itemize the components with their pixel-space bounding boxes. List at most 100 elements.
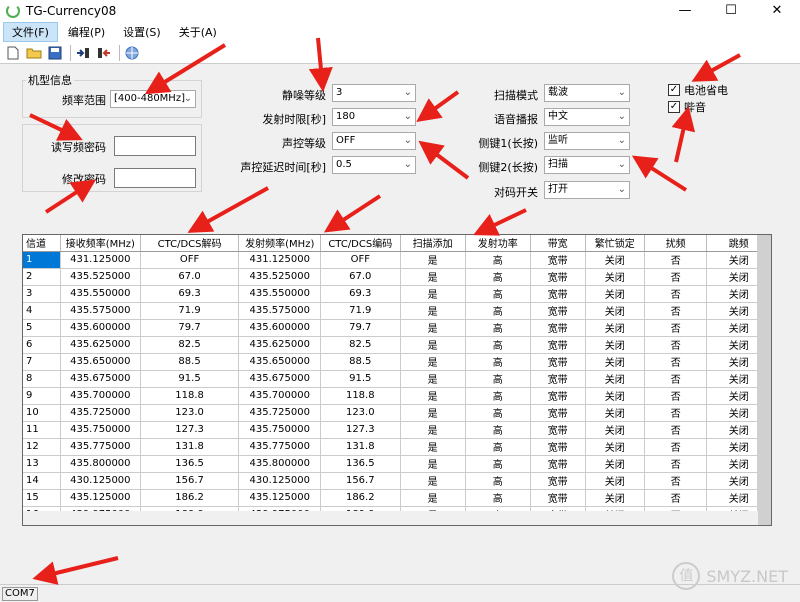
table-cell[interactable]: 高	[465, 438, 531, 456]
table-cell[interactable]: 136.5	[320, 455, 401, 473]
table-cell[interactable]: 是	[400, 404, 466, 422]
table-cell[interactable]: 是	[400, 489, 466, 507]
table-cell[interactable]: 高	[465, 489, 531, 507]
table-cell[interactable]: 是	[400, 285, 466, 303]
table-cell[interactable]: 156.7	[320, 472, 401, 490]
menu-program[interactable]: 编程(P)	[60, 23, 113, 41]
table-cell[interactable]: 否	[644, 336, 708, 354]
menu-about[interactable]: 关于(A)	[171, 23, 225, 41]
table-cell[interactable]: 关闭	[585, 353, 645, 371]
table-cell[interactable]: 是	[400, 251, 466, 269]
column-header[interactable]: CTC/DCS编码	[320, 235, 401, 252]
table-cell[interactable]: 13	[23, 455, 61, 473]
table-cell[interactable]: 宽带	[530, 370, 586, 388]
table-cell[interactable]: 3	[23, 285, 61, 303]
vox-level-select[interactable]: OFF ⌄	[332, 132, 416, 150]
table-cell[interactable]: 否	[644, 387, 708, 405]
table-cell[interactable]: 11	[23, 421, 61, 439]
modify-password-input[interactable]	[114, 168, 196, 188]
table-cell[interactable]: 82.5	[140, 336, 240, 354]
table-cell[interactable]: 关闭	[585, 251, 645, 269]
table-row[interactable]: 6 435.625000 82.5 435.625000 82.5 是高宽带 关闭否关闭	[23, 336, 771, 354]
table-cell[interactable]: 127.3	[140, 421, 240, 439]
table-cell[interactable]: 否	[644, 353, 708, 371]
table-cell[interactable]: 82.5	[320, 336, 401, 354]
voice-prompt-select[interactable]: 中文 ⌄	[544, 108, 630, 126]
table-cell[interactable]: 宽带	[530, 268, 586, 286]
side-key2-select[interactable]: 扫描 ⌄	[544, 156, 630, 174]
table-cell[interactable]: 高	[465, 421, 531, 439]
table-cell[interactable]: 14	[23, 472, 61, 490]
table-cell[interactable]: 否	[644, 319, 708, 337]
table-cell[interactable]: 高	[465, 370, 531, 388]
table-cell[interactable]: 高	[465, 336, 531, 354]
table-cell[interactable]: 123.0	[320, 404, 401, 422]
horizontal-scrollbar[interactable]	[23, 511, 758, 525]
table-cell[interactable]: 是	[400, 319, 466, 337]
column-header[interactable]: 扫描添加	[400, 235, 466, 252]
table-cell[interactable]: 6	[23, 336, 61, 354]
table-cell[interactable]: 宽带	[530, 285, 586, 303]
table-cell[interactable]: 71.9	[140, 302, 240, 320]
table-cell[interactable]: 关闭	[585, 472, 645, 490]
table-cell[interactable]: 宽带	[530, 353, 586, 371]
table-cell[interactable]: 435.725000	[60, 404, 141, 422]
pairing-switch-select[interactable]: 打开 ⌄	[544, 181, 630, 199]
table-cell[interactable]: 是	[400, 438, 466, 456]
table-cell[interactable]: 高	[465, 353, 531, 371]
table-cell[interactable]: 是	[400, 353, 466, 371]
table-cell[interactable]: 关闭	[585, 302, 645, 320]
table-cell[interactable]: 435.575000	[238, 302, 322, 320]
table-cell[interactable]: 435.775000	[60, 438, 141, 456]
table-row[interactable]: 1 431.125000 OFF 431.125000 OFF 是高宽带 关闭否关闭	[23, 251, 771, 269]
table-cell[interactable]: 435.600000	[238, 319, 322, 337]
table-cell[interactable]: 435.700000	[238, 387, 322, 405]
table-cell[interactable]: 关闭	[585, 455, 645, 473]
table-cell[interactable]: 是	[400, 302, 466, 320]
table-cell[interactable]: 关闭	[585, 404, 645, 422]
table-cell[interactable]: 67.0	[320, 268, 401, 286]
table-cell[interactable]: 69.3	[140, 285, 240, 303]
table-cell[interactable]: 关闭	[585, 421, 645, 439]
table-row[interactable]: 10 435.725000 123.0 435.725000 123.0 是高宽带 关闭否关…	[23, 404, 771, 422]
side-key1-select[interactable]: 监听 ⌄	[544, 132, 630, 150]
table-cell[interactable]: 关闭	[585, 438, 645, 456]
table-cell[interactable]: 关闭	[585, 387, 645, 405]
table-cell[interactable]: 131.8	[140, 438, 240, 456]
table-cell[interactable]: 435.800000	[60, 455, 141, 473]
table-cell[interactable]: 71.9	[320, 302, 401, 320]
open-folder-icon[interactable]	[25, 44, 43, 62]
table-cell[interactable]: 4	[23, 302, 61, 320]
table-cell[interactable]: 435.700000	[60, 387, 141, 405]
table-cell[interactable]: OFF	[320, 251, 401, 269]
table-cell[interactable]: 79.7	[320, 319, 401, 337]
table-cell[interactable]: 9	[23, 387, 61, 405]
table-cell[interactable]: 宽带	[530, 438, 586, 456]
table-cell[interactable]: 宽带	[530, 336, 586, 354]
table-cell[interactable]: 关闭	[585, 319, 645, 337]
column-header[interactable]: 信道	[23, 235, 61, 252]
table-cell[interactable]: 宽带	[530, 251, 586, 269]
table-cell[interactable]: 关闭	[585, 489, 645, 507]
minimize-button[interactable]: —	[662, 0, 708, 22]
table-cell[interactable]: 91.5	[320, 370, 401, 388]
table-cell[interactable]: 136.5	[140, 455, 240, 473]
table-cell[interactable]: OFF	[140, 251, 240, 269]
table-cell[interactable]: 关闭	[585, 268, 645, 286]
table-cell[interactable]: 高	[465, 302, 531, 320]
menu-file[interactable]: 文件(F)	[3, 22, 58, 42]
squelch-level-select[interactable]: 3 ⌄	[332, 84, 416, 102]
column-header[interactable]: 扰频	[644, 235, 708, 252]
table-row[interactable]: 15 435.125000 186.2 435.125000 186.2 是高宽带 关闭否关…	[23, 489, 771, 507]
table-cell[interactable]: 91.5	[140, 370, 240, 388]
table-cell[interactable]: 435.600000	[60, 319, 141, 337]
table-cell[interactable]: 宽带	[530, 472, 586, 490]
table-cell[interactable]: 否	[644, 489, 708, 507]
scan-mode-select[interactable]: 载波 ⌄	[544, 84, 630, 102]
table-cell[interactable]: 是	[400, 268, 466, 286]
table-cell[interactable]: 宽带	[530, 404, 586, 422]
table-cell[interactable]: 高	[465, 404, 531, 422]
table-cell[interactable]: 否	[644, 268, 708, 286]
table-cell[interactable]: 435.625000	[60, 336, 141, 354]
table-cell[interactable]: 高	[465, 455, 531, 473]
